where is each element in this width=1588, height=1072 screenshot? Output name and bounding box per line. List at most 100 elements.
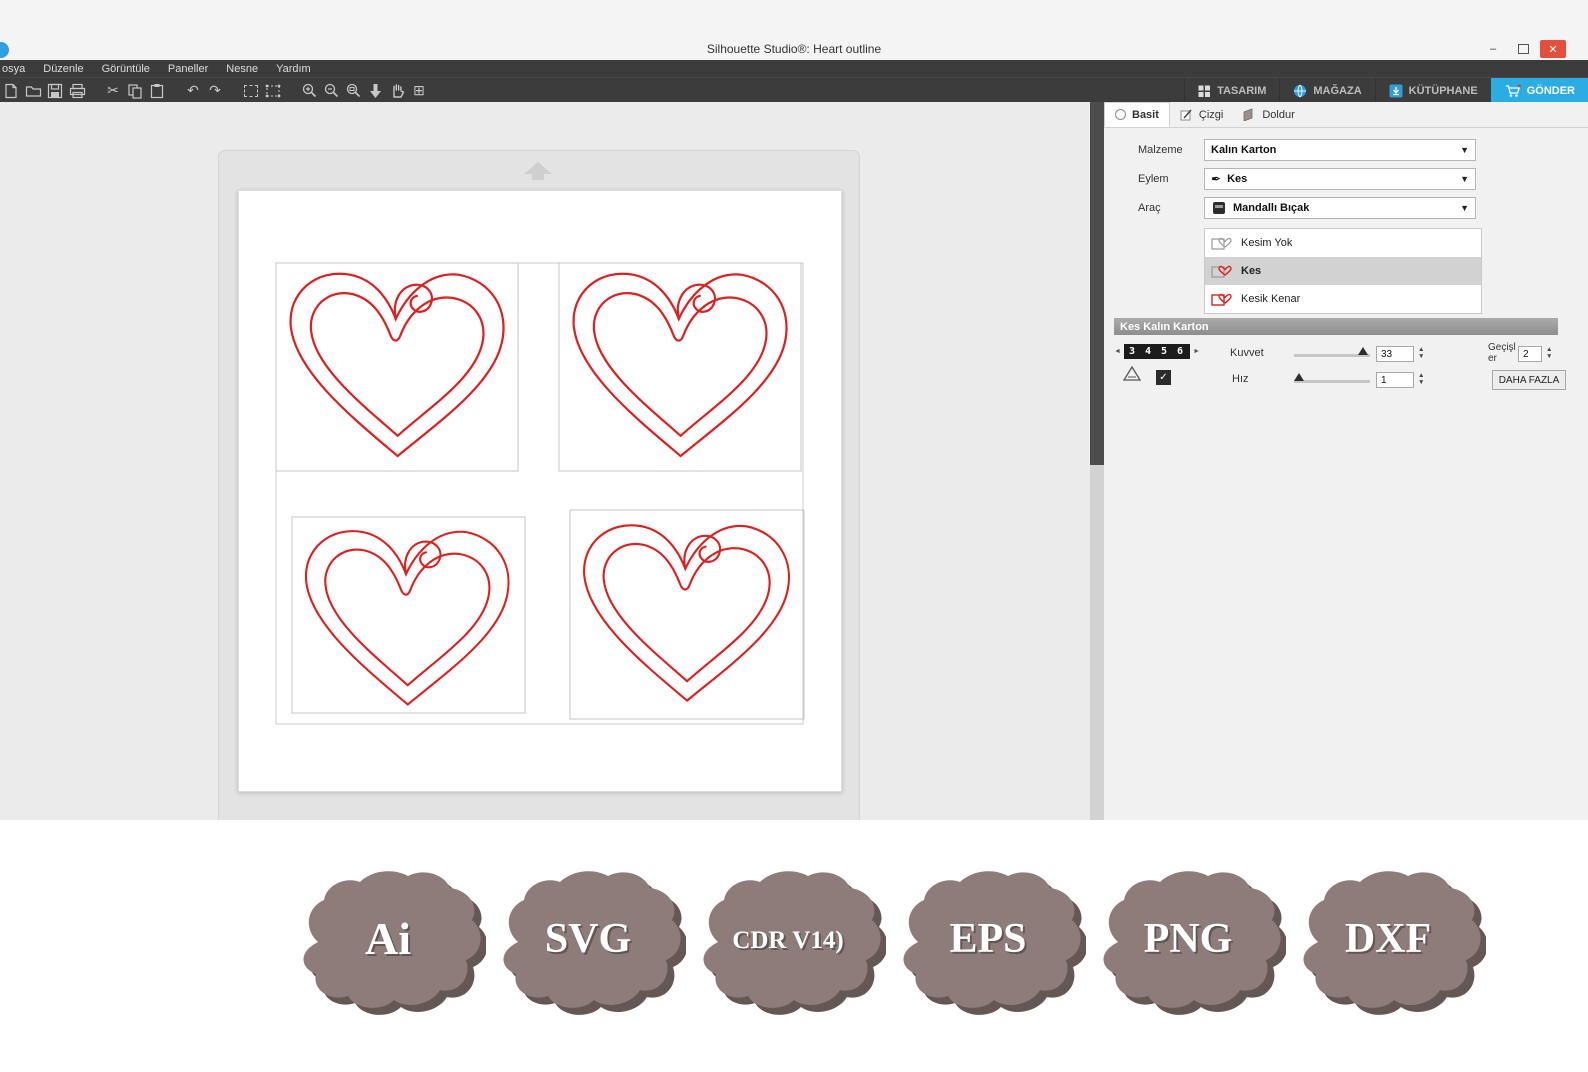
maximize-button[interactable]: [1510, 40, 1536, 58]
tab-doldur[interactable]: Doldur: [1233, 102, 1304, 127]
menu-yardim[interactable]: Yardım: [267, 63, 320, 75]
close-button[interactable]: ✕: [1540, 40, 1566, 58]
badge-ai: Ai Ai: [290, 864, 486, 1018]
passes-label: Geçişl er: [1488, 342, 1516, 364]
fit-page-icon[interactable]: ⊞: [408, 81, 430, 101]
material-label: Malzeme: [1138, 144, 1183, 156]
zoom-out-icon[interactable]: [320, 81, 342, 101]
test-checkbox[interactable]: ✓: [1156, 370, 1171, 385]
group-selection-box[interactable]: [275, 262, 804, 725]
menu-goruntule[interactable]: Görüntüle: [93, 63, 159, 75]
print-icon[interactable]: [66, 81, 88, 101]
menu-dosya[interactable]: osya: [0, 63, 34, 75]
menu-duzenle[interactable]: Düzenle: [34, 63, 92, 75]
window-controls: – ✕: [1480, 40, 1566, 58]
tab-gonder[interactable]: GÖNDER: [1490, 78, 1588, 104]
design-canvas[interactable]: [0, 102, 1090, 820]
heart-bottom-left[interactable]: [304, 530, 510, 706]
option-kes[interactable]: Kes: [1205, 257, 1481, 285]
heart-top-left[interactable]: [289, 272, 505, 458]
select-rect-icon[interactable]: [240, 81, 262, 101]
radio-icon: [1115, 109, 1126, 120]
send-panel: Basit Çizgi Doldur Malzeme Kalın Karton …: [1104, 102, 1588, 820]
action-row: Eylem ✒ Kes ▼: [1138, 167, 1476, 191]
zoom-region-icon[interactable]: [342, 81, 364, 101]
force-stepper: ▲ ▼: [1418, 346, 1424, 361]
scrollbar-thumb[interactable]: [1090, 102, 1104, 465]
panel-tabs: Basit Çizgi Doldur: [1104, 102, 1588, 128]
no-cut-icon: [1211, 237, 1232, 250]
drag-icon[interactable]: [364, 81, 386, 101]
tab-cizgi-label: Çizgi: [1198, 108, 1224, 121]
option-kes-label: Kes: [1241, 265, 1262, 277]
tab-magaza[interactable]: MAĞAZA: [1279, 78, 1374, 104]
more-button[interactable]: DAHA FAZLA: [1492, 370, 1566, 390]
minimize-button[interactable]: –: [1480, 40, 1506, 58]
material-dropdown[interactable]: Kalın Karton ▼: [1204, 139, 1476, 161]
selection-box-top-right[interactable]: [558, 262, 802, 472]
tab-cizgi[interactable]: Çizgi: [1170, 102, 1233, 127]
library-download-icon: [1389, 84, 1403, 98]
force-value[interactable]: 33: [1376, 346, 1414, 362]
blade-test-icon: [1122, 365, 1142, 388]
paste-icon[interactable]: [146, 81, 168, 101]
menu-nesne[interactable]: Nesne: [217, 63, 267, 75]
force-slider[interactable]: [1294, 347, 1370, 357]
blade-depth-digits: 3 4 5 6: [1123, 344, 1191, 359]
speed-slider[interactable]: [1294, 373, 1370, 383]
zoom-in-icon[interactable]: [298, 81, 320, 101]
save-icon[interactable]: [44, 81, 66, 101]
badge-ai-label: Ai: [365, 913, 411, 964]
tab-kutuphane-label: KÜTÜPHANE: [1408, 85, 1478, 97]
open-file-icon[interactable]: [22, 81, 44, 101]
vertical-scrollbar[interactable]: [1090, 102, 1104, 820]
blade-tool-icon: [1213, 202, 1225, 214]
action-value: Kes: [1227, 173, 1248, 185]
badge-svg-label: SVG: [545, 916, 631, 962]
force-label: Kuvvet: [1230, 347, 1264, 359]
tool-value: Mandallı Bıçak: [1233, 202, 1310, 214]
force-slider-thumb[interactable]: [1358, 347, 1368, 355]
tab-tasarim[interactable]: TASARIM: [1184, 78, 1279, 104]
menu-bar: osya Düzenle Görüntüle Paneller Nesne Ya…: [0, 60, 1588, 77]
blade-left-icon[interactable]: ◄: [1114, 348, 1121, 355]
option-kesim-yok[interactable]: Kesim Yok: [1205, 229, 1481, 257]
badge-eps-label: EPS: [949, 916, 1026, 962]
copy-icon[interactable]: [124, 81, 146, 101]
undo-icon[interactable]: ↶: [182, 81, 204, 101]
heart-top-right[interactable]: [572, 272, 788, 458]
menu-paneller[interactable]: Paneller: [159, 63, 217, 75]
passes-value[interactable]: 2: [1518, 346, 1542, 362]
selection-box-top-left[interactable]: [275, 262, 519, 472]
speed-slider-thumb[interactable]: [1294, 373, 1304, 381]
badge-dxf-label: DXF: [1345, 916, 1431, 962]
tab-kutuphane[interactable]: KÜTÜPHANE: [1374, 78, 1491, 104]
pan-hand-icon[interactable]: [386, 81, 408, 101]
blade-depth-widget[interactable]: ◄ 3 4 5 6 ►: [1114, 344, 1200, 359]
select-points-icon[interactable]: [262, 81, 284, 101]
stepper-down-icon[interactable]: ▼: [1418, 379, 1424, 387]
stepper-down-icon[interactable]: ▼: [1546, 353, 1552, 361]
design-page[interactable]: [238, 190, 842, 792]
blade-right-icon[interactable]: ►: [1193, 348, 1200, 355]
stepper-down-icon[interactable]: ▼: [1418, 353, 1424, 361]
badge-cdr-label: CDR V14): [732, 927, 843, 954]
redo-icon[interactable]: ↷: [204, 81, 226, 101]
window-title: Silhouette Studio®: Heart outline: [706, 42, 882, 56]
action-dropdown[interactable]: ✒ Kes ▼: [1204, 168, 1476, 190]
tab-tasarim-label: TASARIM: [1217, 85, 1267, 97]
tab-basit-label: Basit: [1132, 108, 1159, 121]
cut-icon[interactable]: ✂: [102, 81, 124, 101]
tab-basit[interactable]: Basit: [1104, 102, 1170, 127]
option-kesim-yok-label: Kesim Yok: [1241, 237, 1293, 249]
option-kesik-kenar-label: Kesik Kenar: [1241, 293, 1301, 305]
heart-bottom-right[interactable]: [583, 524, 791, 702]
new-file-icon[interactable]: [0, 81, 22, 101]
format-badges-strip: Ai Ai SVG SVG CDR V14) CDR V14) EPS EPS …: [0, 820, 1588, 1072]
option-kesik-kenar[interactable]: Kesik Kenar: [1205, 285, 1481, 313]
cut-edge-icon: [1211, 293, 1232, 306]
selection-box-bottom-right[interactable]: [569, 509, 805, 720]
speed-value[interactable]: 1: [1376, 372, 1414, 388]
tool-dropdown[interactable]: Mandallı Bıçak ▼: [1204, 197, 1476, 219]
badge-png: PNG PNG: [1090, 864, 1286, 1018]
